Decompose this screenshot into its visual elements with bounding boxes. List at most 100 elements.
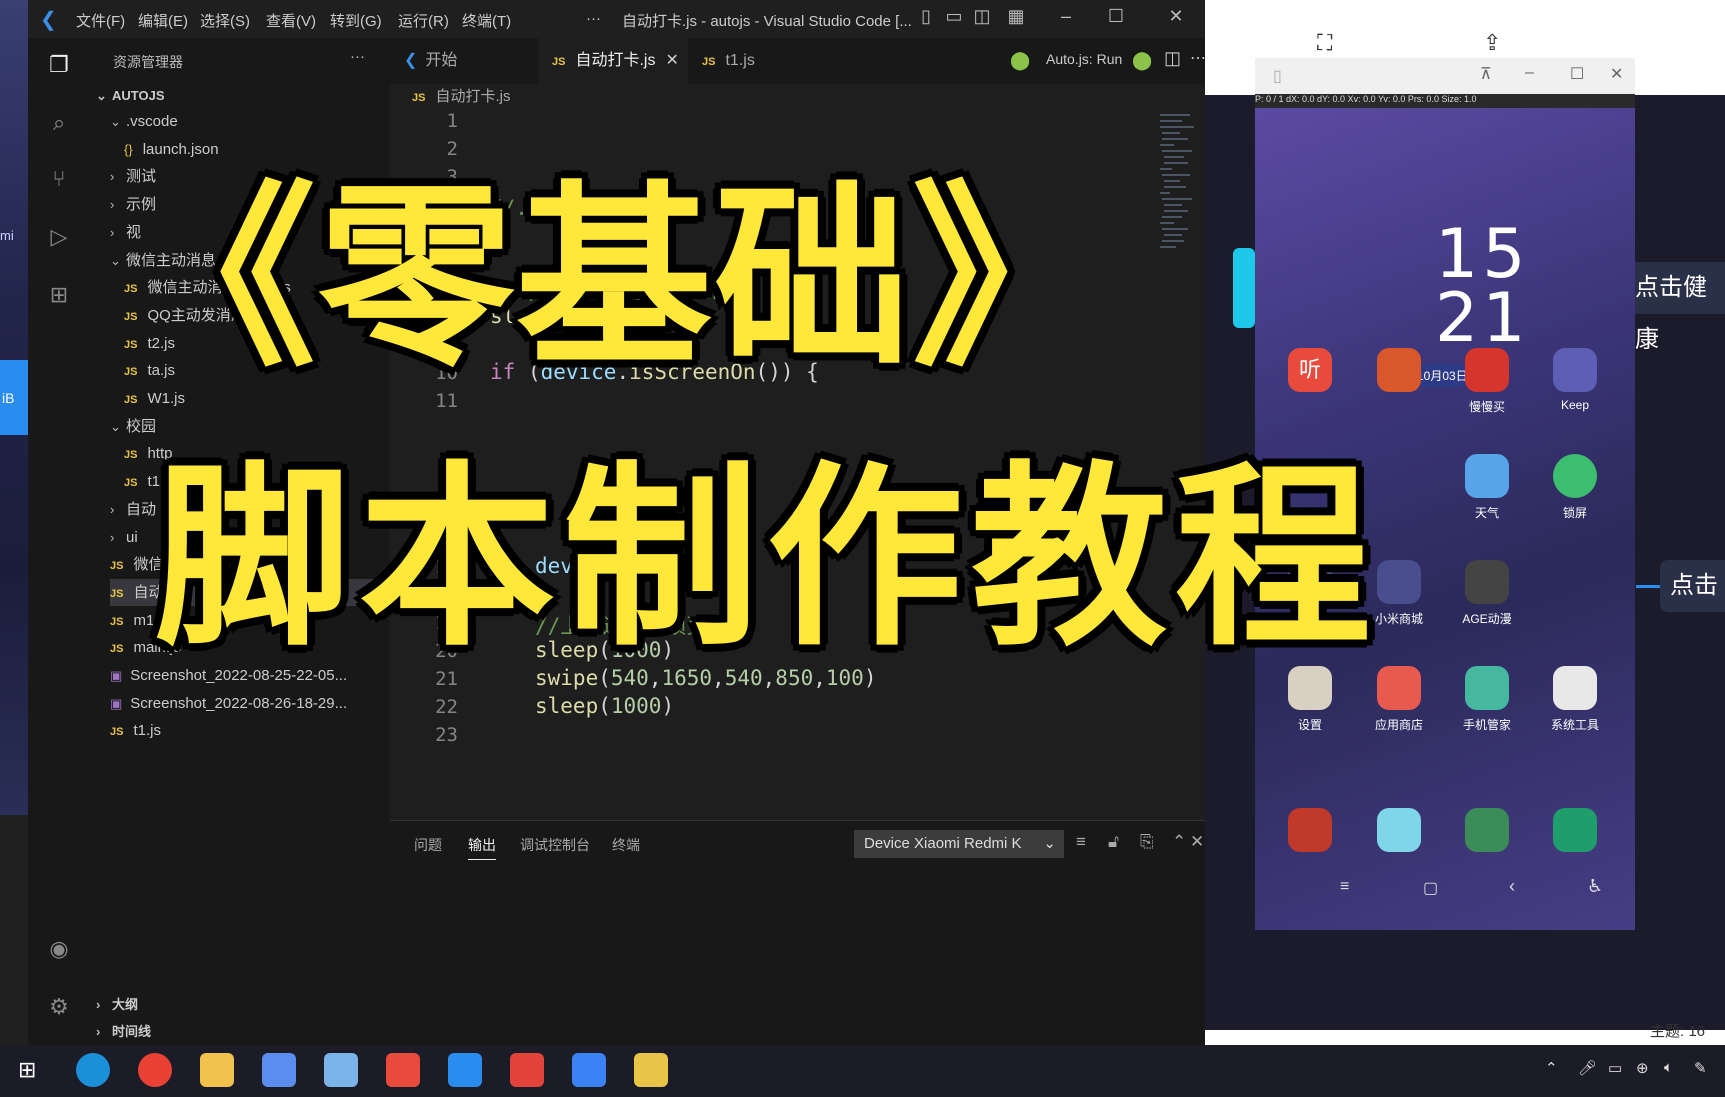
app-phonemanager-icon[interactable] [1465,666,1509,710]
battery-icon[interactable]: ▭ [1608,1059,1622,1077]
project-root[interactable]: ⌄ AUTOJS [96,82,165,109]
volume-icon[interactable]: 🔈︎ [1664,1059,1673,1076]
vscode-taskbar-icon[interactable] [448,1053,482,1087]
explorer-icon[interactable]: ❐ [46,52,72,78]
tab-start[interactable]: ❮ 开始 [390,38,538,84]
tab-autocheckin[interactable]: JS 自动打卡.js ✕ [538,38,688,84]
word-wrap-icon[interactable]: ≡ [1076,832,1086,852]
file-explorer-icon[interactable] [200,1053,234,1087]
dock-camera-icon[interactable] [1553,808,1597,852]
app-systools-icon[interactable] [1553,666,1597,710]
tree-item[interactable]: JS t1.js [110,717,388,744]
menu-more[interactable]: ··· [586,10,601,27]
account-icon[interactable]: ◉ [46,936,72,962]
nav-back-icon[interactable]: ‹ [1509,876,1515,897]
minimize-icon[interactable]: – [1525,64,1534,82]
edge-icon[interactable] [76,1053,110,1087]
menu-view[interactable]: 查看(V) [266,10,316,31]
menu-edit[interactable]: 编辑(E) [138,10,188,31]
gbox-icon[interactable] [262,1053,296,1087]
remote-desktop-icon[interactable] [324,1053,358,1087]
minimap[interactable] [1158,112,1203,292]
nav-menu-icon[interactable]: ≡ [1340,878,1349,896]
menu-goto[interactable]: 转到(G) [330,10,382,31]
toggle-secondary-icon[interactable]: ◫ [970,6,994,27]
explorer-more-button[interactable]: ··· [350,48,365,65]
presentation-icon[interactable] [386,1053,420,1087]
app-keep-icon[interactable] [1553,348,1597,392]
tray-chevron-icon[interactable]: ⌃ [1545,1059,1558,1077]
xmind-icon[interactable] [510,1053,544,1087]
close-icon[interactable]: ✕ [1610,64,1623,84]
breadcrumb[interactable]: JS 自动打卡.js [390,84,1205,110]
autojs-run-button[interactable]: Auto.js: Run [1046,51,1122,67]
maximize-icon[interactable]: ☐ [1104,6,1128,27]
phone-link-icon[interactable] [572,1053,606,1087]
more-actions-icon[interactable]: ⋯ [1190,48,1206,68]
android-icon[interactable]: ⬤ [1132,50,1152,71]
dock-browser-icon[interactable] [1465,808,1509,852]
pen-icon[interactable]: ✎ [1694,1059,1707,1077]
share-icon[interactable]: ⇪ [1483,30,1501,56]
accessibility-icon[interactable]: ♿︎ [1587,876,1603,897]
android-icon[interactable]: ⬤ [1010,50,1030,71]
maximize-icon[interactable]: ☐ [1570,64,1584,84]
tree-item[interactable]: ▣ Screenshot_2022-08-26-18-29... [110,690,388,717]
split-editor-icon[interactable]: ◫ [1164,48,1181,69]
app-weather-icon[interactable] [1465,454,1509,498]
microphone-icon[interactable]: 🎤︎ [1578,1059,1597,1077]
output-channel-select[interactable]: Device Xiaomi Redmi K ⌄ [854,830,1064,858]
maximize-panel-icon[interactable]: ⌃ [1172,832,1186,852]
panel-tab-problems[interactable]: 问题 [414,835,442,855]
gear-icon[interactable]: ⚙ [46,994,72,1020]
app-fm-icon[interactable] [1377,348,1421,392]
menu-select[interactable]: 选择(S) [200,10,250,31]
tree-item-label: 校园 [126,417,157,435]
extensions-icon[interactable]: ⊞ [46,282,72,308]
code-line: sleep(1000) [535,694,675,718]
editor-tabs: ❮ 开始 JS 自动打卡.js ✕ JS t1.js ⬤ Auto.js: Run ⬤ … [390,38,1206,84]
app-label: 应用商店 [1374,718,1423,732]
toggle-panel-icon[interactable]: ▭ [942,6,966,27]
recorder-icon[interactable] [634,1053,668,1087]
search-icon[interactable]: ⌕ [46,110,72,136]
network-icon[interactable]: ⊕ [1636,1059,1649,1077]
run-debug-icon[interactable]: ▷ [46,224,72,250]
fullscreen-icon[interactable]: ⛶ [1317,30,1332,56]
clear-output-icon[interactable]: ⎘ [1140,832,1154,852]
chrome-icon[interactable] [138,1053,172,1087]
app-manmanmai-icon[interactable] [1465,348,1509,392]
app-label: AGE动漫 [1462,612,1512,626]
app-appstore-icon[interactable] [1377,666,1421,710]
menu-terminal[interactable]: 终端(T) [462,10,511,31]
panel-tab-terminal[interactable]: 终端 [612,835,640,855]
outline-section[interactable]: › 大纲 [96,991,138,1018]
timeline-section[interactable]: › 时间线 [96,1018,151,1045]
tab-t1[interactable]: JS t1.js [688,38,828,84]
panel-tab-output[interactable]: 输出 [468,835,496,860]
source-control-icon[interactable]: ⑂ [46,166,72,192]
close-panel-icon[interactable]: ✕ [1190,832,1204,852]
app-ting-glyph: 听 [1298,357,1321,382]
minimize-icon[interactable]: – [1054,6,1078,27]
app-lock-icon[interactable] [1553,454,1597,498]
close-tab-icon[interactable]: ✕ [665,52,678,69]
app-mistore-icon[interactable] [1377,560,1421,604]
toggle-sidebar-icon[interactable]: ▯ [914,6,938,27]
overlay-title-line1: 《零基础》 [120,165,1111,393]
js-file-icon: JS [110,615,124,628]
app-age-icon[interactable] [1465,560,1509,604]
menu-file[interactable]: 文件(F) [76,10,125,31]
menu-run[interactable]: 运行(R) [398,10,449,31]
close-window-icon[interactable]: ✕ [1164,6,1188,27]
windows-start-icon[interactable]: ⊞ [18,1057,36,1083]
layout-icon[interactable]: ▦ [1004,6,1028,27]
lock-icon[interactable]: 🔓︎ [1108,832,1119,852]
output-channel-value: Device Xiaomi Redmi K [864,835,1022,852]
panel-tab-debug-console[interactable]: 调试控制台 [520,835,590,855]
dock-chat-icon[interactable] [1377,808,1421,852]
nav-home-icon[interactable]: ▢ [1423,878,1438,898]
app-ting-icon[interactable]: 听 [1288,348,1332,392]
dock-phone-icon[interactable] [1288,808,1332,852]
pin-icon[interactable]: ⊼ [1480,64,1492,84]
